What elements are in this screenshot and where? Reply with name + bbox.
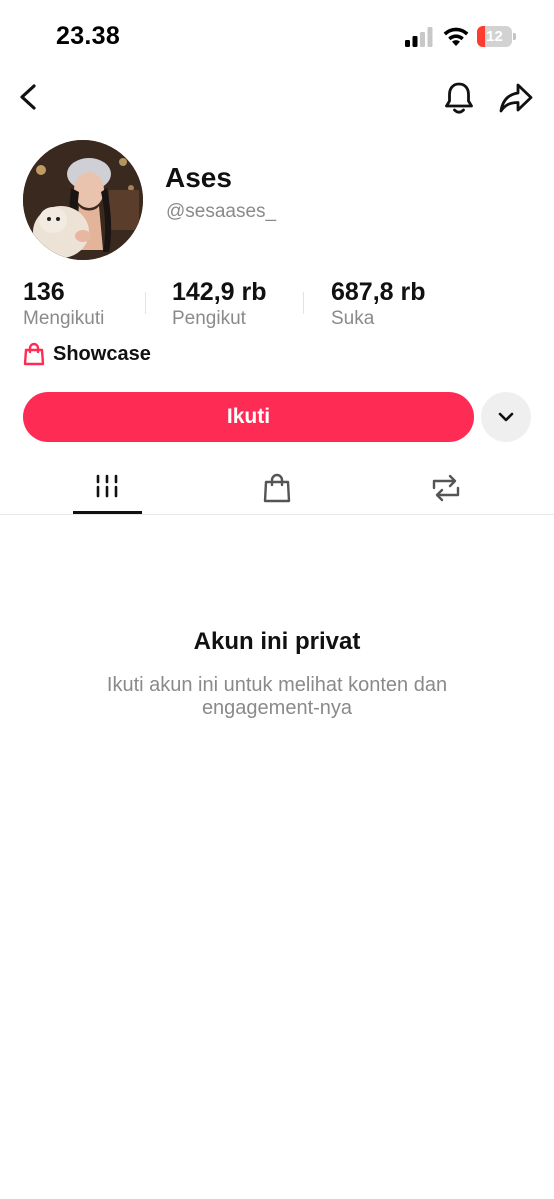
stat-divider [145,292,146,314]
shopping-bag-icon [263,473,291,503]
showcase-label: Showcase [53,342,151,365]
shopping-bag-icon [23,342,45,366]
share-arrow-icon[interactable] [498,80,534,116]
status-bar: 23.38 12 [0,0,554,74]
private-account-title: Akun ini privat [193,628,361,655]
battery-indicator: 12 [477,26,517,47]
stat-followers[interactable]: 142,9 rb Pengikut [172,278,267,330]
stat-divider [303,292,304,314]
bell-icon[interactable] [442,80,476,116]
grid-icon [96,474,118,498]
cellular-signal-icon [405,27,433,47]
stat-likes-label: Suka [331,308,375,329]
tab-videos[interactable] [72,466,142,514]
stat-followers-label: Pengikut [172,308,246,329]
showcase-link[interactable]: Showcase [23,340,151,368]
chevron-down-icon [498,412,514,422]
tab-showcase[interactable] [242,466,312,514]
avatar-photo [23,140,143,260]
profile-avatar[interactable] [23,140,143,260]
status-time: 23.38 [56,22,121,50]
more-options-button[interactable] [481,392,531,442]
display-name: Ases [165,162,232,193]
username: @sesaases_ [166,201,277,222]
tab-reposts[interactable] [411,466,481,514]
wifi-icon [443,27,469,46]
tab-divider [0,514,554,515]
stat-likes-value: 687,8 rb [331,278,426,306]
stat-followers-value: 142,9 rb [172,278,267,306]
follow-button[interactable]: Ikuti [23,392,474,442]
battery-level: 12 [486,28,503,45]
stat-following-value: 136 [23,278,65,306]
stat-following[interactable]: 136 Mengikuti [23,278,104,330]
stat-likes[interactable]: 687,8 rb Suka [331,278,426,330]
stat-following-label: Mengikuti [23,308,105,329]
private-account-description: Ikuti akun ini untuk melihat konten dan … [106,674,448,719]
back-chevron-icon[interactable] [16,82,42,112]
repost-icon [432,474,460,502]
